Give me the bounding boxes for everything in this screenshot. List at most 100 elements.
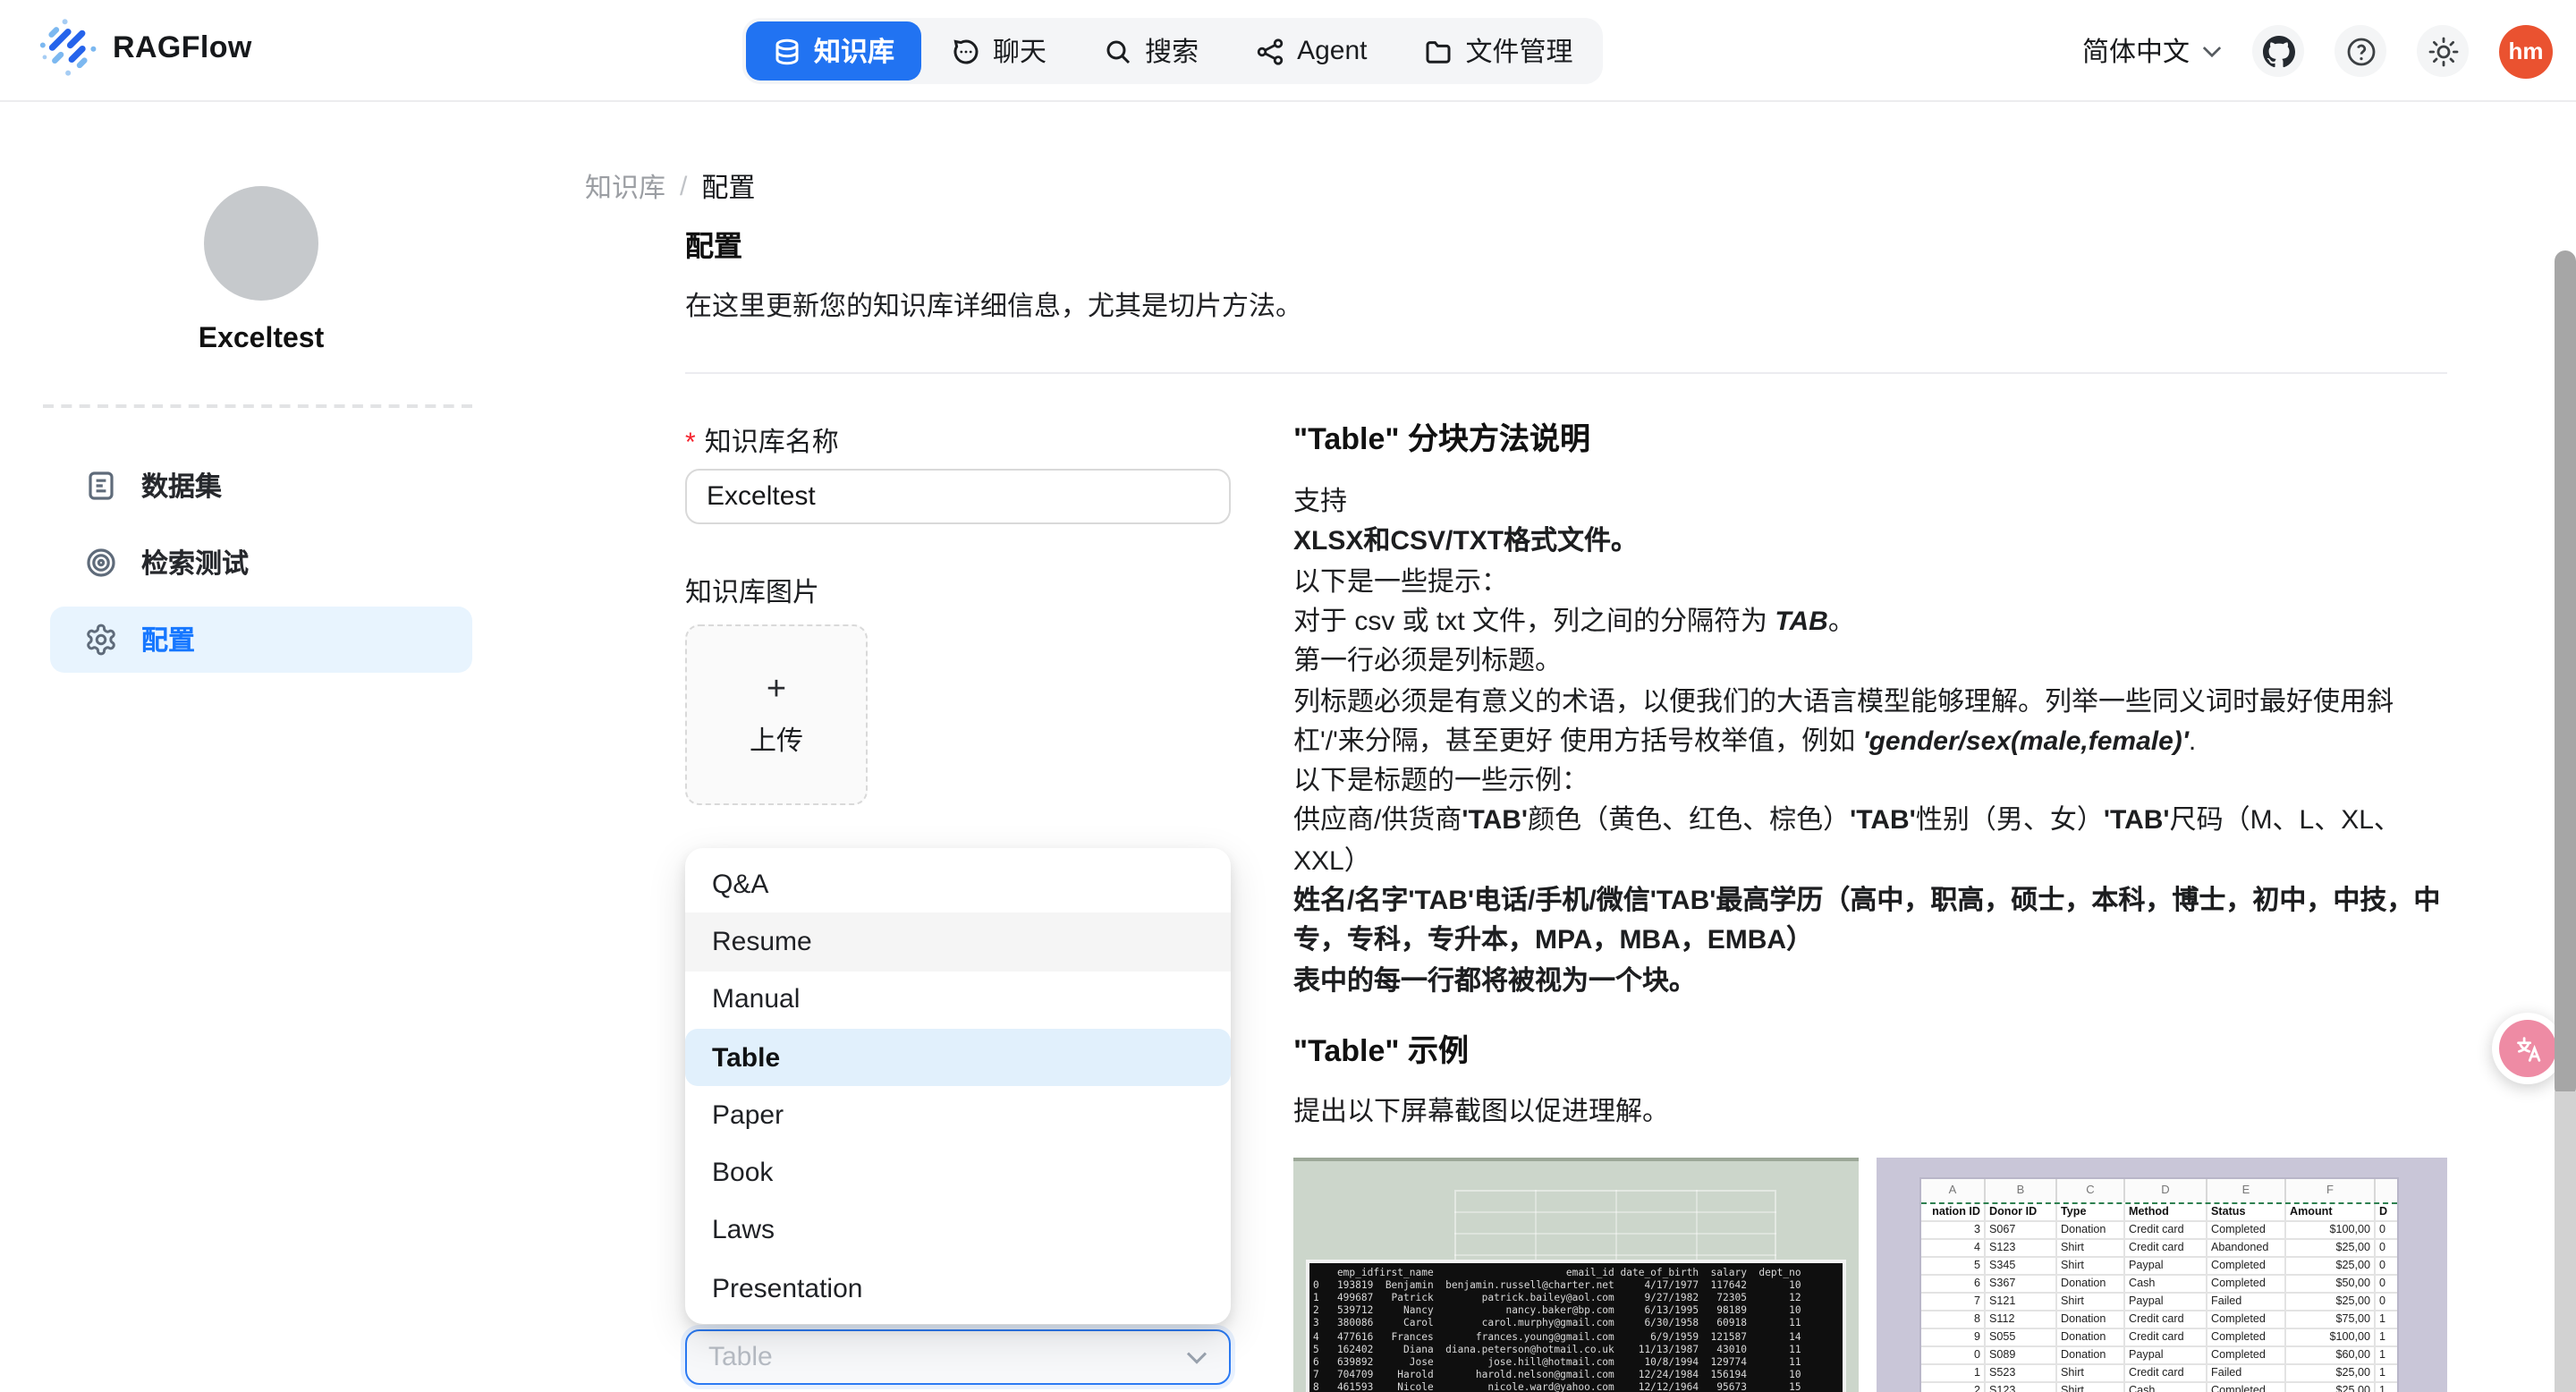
sheet-cell: F [2286, 1179, 2376, 1202]
sheet-cell: D [2125, 1179, 2207, 1202]
help-icon [2344, 35, 2377, 67]
sheet-cell: Status [2207, 1204, 2286, 1222]
settings-icon [84, 623, 118, 657]
sheet-cell: S089 [1986, 1347, 2057, 1365]
chunk-method-option[interactable]: Table [685, 1029, 1231, 1087]
chunk-method-select[interactable]: Table [685, 1330, 1231, 1386]
kb-name-input[interactable] [685, 469, 1231, 524]
theme-toggle-button[interactable] [2417, 25, 2469, 77]
search-icon [1104, 37, 1132, 65]
help-line: 列标题必须是有意义的术语，以便我们的大语言模型能够理解。列举一些同义词时最好使用… [1293, 683, 2447, 762]
sheet-cell: 0 [2376, 1222, 2399, 1240]
terminal-window: emp_idfirst_name email_id date_of_birth … [1306, 1260, 1846, 1392]
sidebar-item-retrieval-test[interactable]: 检索测试 [50, 530, 472, 596]
tab-knowledge-base[interactable]: 知识库 [746, 21, 921, 81]
sheet-row: 2S123ShirtCashCompleted$25,001 [1921, 1383, 2397, 1392]
scrollbar-thumb[interactable] [2555, 250, 2576, 1099]
sheet-cell: Credit card [2125, 1365, 2207, 1383]
sheet-row: 0S089DonationPaypalCompleted$60,001 [1921, 1347, 2397, 1365]
sheet-cell: nation ID [1921, 1204, 1986, 1222]
sidebar-item-configuration[interactable]: 配置 [50, 607, 472, 673]
help-line: 第一行必须是列标题。 [1293, 643, 2447, 683]
translate-fab[interactable] [2492, 1013, 2563, 1084]
chunk-method-option[interactable]: Q&A [685, 855, 1231, 913]
sheet-cell: $25,00 [2286, 1383, 2376, 1392]
sheet-cell: Completed [2207, 1258, 2286, 1276]
sheet-cell: $60,00 [2286, 1347, 2376, 1365]
sheet-row: nation IDDonor IDTypeMethodStatusAmountD [1921, 1204, 2397, 1222]
page-scrollbar [2555, 102, 2576, 1392]
sheet-cell: Shirt [2057, 1258, 2125, 1276]
kb-settings-form: *知识库名称 知识库图片 + 上传 Q&AResumeManualTablePa… [685, 374, 1231, 1386]
plus-icon: + [767, 672, 786, 708]
sheet-cell: $75,00 [2286, 1311, 2376, 1329]
github-button[interactable] [2252, 25, 2304, 77]
sheet-cell: G [2376, 1179, 2399, 1202]
kb-name-label: *知识库名称 [685, 426, 1231, 462]
sheet-cell: 1 [2376, 1383, 2399, 1392]
tab-agent[interactable]: Agent [1229, 21, 1394, 81]
sheet-cell: Donation [2057, 1276, 2125, 1294]
database-icon [773, 37, 801, 65]
sheet-cell: Completed [2207, 1329, 2286, 1347]
sidebar-item-dataset[interactable]: 数据集 [50, 453, 472, 519]
chunk-method-option[interactable]: Presentation [685, 1260, 1231, 1318]
chevron-down-icon [2202, 44, 2222, 58]
brand[interactable]: RAGFlow [36, 18, 252, 79]
sheet-row: 7S121ShirtPaypalFailed$25,000 [1921, 1294, 2397, 1311]
chunk-method-option[interactable]: Resume [685, 913, 1231, 972]
chunk-method-option[interactable]: Laws [685, 1202, 1231, 1260]
github-icon [2262, 35, 2294, 67]
sheet-cell: 1 [2376, 1329, 2399, 1347]
sheet-cell: S121 [1986, 1294, 2057, 1311]
retrieval-test-icon [84, 546, 118, 580]
kb-name: Exceltest [0, 324, 522, 356]
sheet-cell: Paypal [2125, 1258, 2207, 1276]
sheet-cell: 6 [1921, 1276, 1986, 1294]
language-label: 简体中文 [2082, 32, 2190, 70]
sheet-cell: 9 [1921, 1329, 1986, 1347]
help-example-hint: 提出以下屏幕截图以促进理解。 [1293, 1095, 2447, 1131]
configuration-content: 配置 在这里更新您的知识库详细信息，尤其是切片方法。 *知识库名称 知识库图片 … [685, 102, 2447, 1392]
sheet-row: 9S055DonationCredit cardCompleted$100,00… [1921, 1329, 2397, 1347]
chunk-method-dropdown: Q&AResumeManualTablePaperBookLawsPresent… [685, 848, 1231, 1325]
brand-name: RAGFlow [113, 30, 252, 66]
sheet-cell: 3 [1921, 1222, 1986, 1240]
help-line: 以下是标题的一些示例： [1293, 762, 2447, 802]
chunk-method-option[interactable]: Paper [685, 1086, 1231, 1144]
page-title: 配置 [685, 231, 2447, 267]
sheet-cell: 5 [1921, 1258, 1986, 1276]
upload-dropzone[interactable]: + 上传 [685, 624, 868, 805]
sheet-cell: $25,00 [2286, 1294, 2376, 1311]
tab-chat[interactable]: 聊天 [925, 21, 1073, 81]
help-line: 以下是一些提示： [1293, 563, 2447, 603]
user-avatar[interactable]: hm [2499, 24, 2553, 78]
sidebar-menu: 数据集 检索测试 配置 [50, 453, 472, 673]
sheet-row: 6S367DonationCashCompleted$50,000 [1921, 1276, 2397, 1294]
sheet-cell: Paypal [2125, 1347, 2207, 1365]
sheet-cell: 1 [2376, 1347, 2399, 1365]
language-selector[interactable]: 简体中文 [2082, 32, 2222, 70]
sheet-cell: Shirt [2057, 1240, 2125, 1258]
sidebar-item-label: 配置 [141, 621, 195, 658]
dataset-icon [84, 469, 118, 503]
sheet-cell: Donation [2057, 1311, 2125, 1329]
sheet-cell: C [2057, 1179, 2125, 1202]
main-area: 知识库 / 配置 配置 在这里更新您的知识库详细信息，尤其是切片方法。 *知识库… [522, 102, 2576, 1392]
sheet-cell: Donation [2057, 1347, 2125, 1365]
sheet-cell: $25,00 [2286, 1365, 2376, 1383]
sheet-cell: Paypal [2125, 1294, 2207, 1311]
chunk-method-option[interactable]: Book [685, 1144, 1231, 1202]
sheet-cell: 4 [1921, 1240, 1986, 1258]
sheet-cell: Completed [2207, 1276, 2286, 1294]
chunk-method-value: Table [708, 1343, 773, 1373]
chevron-down-icon [1186, 1351, 1208, 1365]
chunk-method-option[interactable]: Manual [685, 971, 1231, 1029]
sheet-cell: Cash [2125, 1276, 2207, 1294]
help-button[interactable] [2334, 25, 2386, 77]
breadcrumb-knowledge-base[interactable]: 知识库 [585, 168, 665, 206]
tab-search[interactable]: 搜索 [1077, 21, 1225, 81]
tab-file-management[interactable]: 文件管理 [1398, 21, 1600, 81]
sheet-cell: Credit card [2125, 1222, 2207, 1240]
sheet-cell: 2 [1921, 1383, 1986, 1392]
